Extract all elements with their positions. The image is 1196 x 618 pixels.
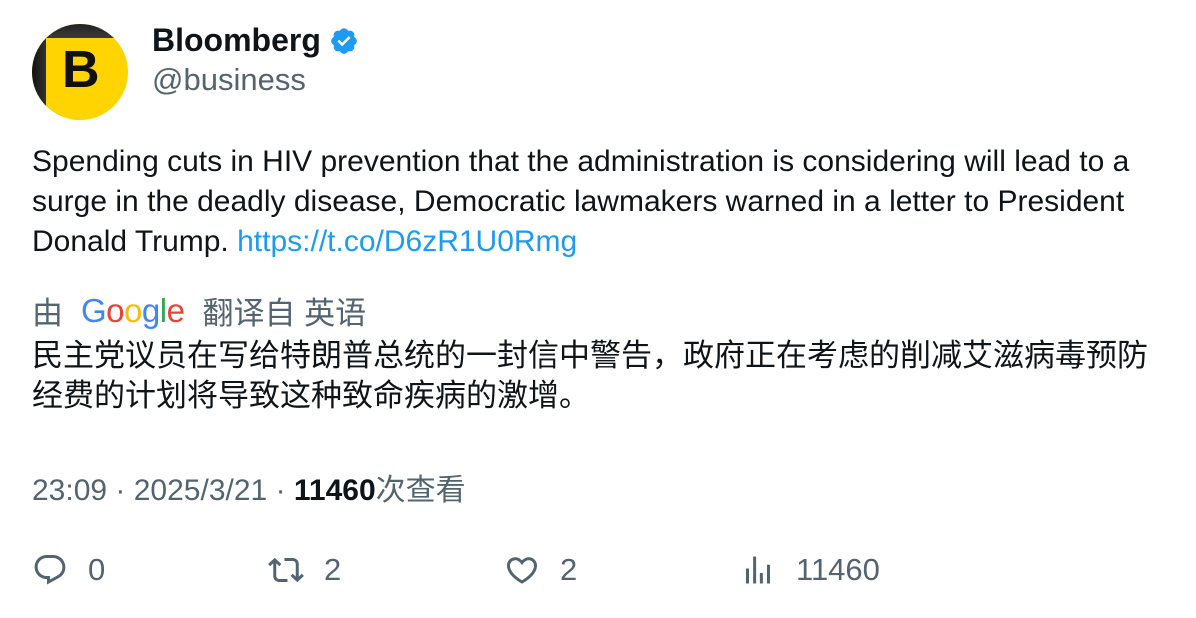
verified-badge-icon (331, 27, 357, 54)
reply-button[interactable]: 0 (32, 552, 105, 588)
tweet-time[interactable]: 23:09 (32, 474, 107, 507)
tweet-meta: 23:09 · 2025/3/21 · 11460次查看 (32, 465, 466, 509)
like-count: 2 (560, 552, 578, 587)
meta-separator: · (115, 474, 134, 507)
views-button[interactable]: 11460 (740, 552, 880, 588)
google-logo: Google (81, 291, 185, 329)
translation-attribution[interactable]: 由 Google 翻译自 英语 (32, 288, 366, 333)
retweet-button[interactable]: 2 (268, 552, 341, 588)
tweet-date[interactable]: 2025/3/21 (134, 474, 267, 507)
action-bar: 0 2 2 11460 (32, 552, 1172, 592)
avatar-bar (32, 24, 128, 38)
avatar-shadow (32, 24, 46, 120)
author-name[interactable]: Bloomberg (152, 22, 321, 59)
translation-prefix: 由 (32, 296, 63, 331)
avatar-letter: B (62, 41, 100, 99)
like-button[interactable]: 2 (504, 552, 577, 588)
view-count: 11460 (293, 474, 376, 507)
avatar[interactable]: B (32, 24, 128, 120)
views-chart-icon (746, 556, 770, 584)
heart-icon (506, 557, 538, 584)
tweet-text: Spending cuts in HIV prevention that the… (32, 145, 1130, 258)
meta-separator: · (275, 474, 294, 507)
translated-text: 民主党议员在写给特朗普总统的一封信中警告，政府正在考虑的削减艾滋病毒预防经费的计… (32, 338, 1148, 413)
reply-count: 0 (88, 552, 106, 587)
retweet-icon (268, 557, 304, 583)
translation-suffix: 翻译自 英语 (202, 296, 367, 331)
tweet-link[interactable]: https://t.co/D6zR1U0Rmg (237, 225, 577, 258)
reply-icon (34, 555, 66, 585)
retweet-count: 2 (324, 552, 342, 587)
view-count-label: 次查看 (375, 474, 466, 507)
views-count: 11460 (796, 552, 880, 587)
tweet-body: Spending cuts in HIV prevention that the… (32, 142, 1172, 262)
author-name-row: Bloomberg (152, 22, 359, 59)
author-handle[interactable]: @business (152, 62, 306, 98)
